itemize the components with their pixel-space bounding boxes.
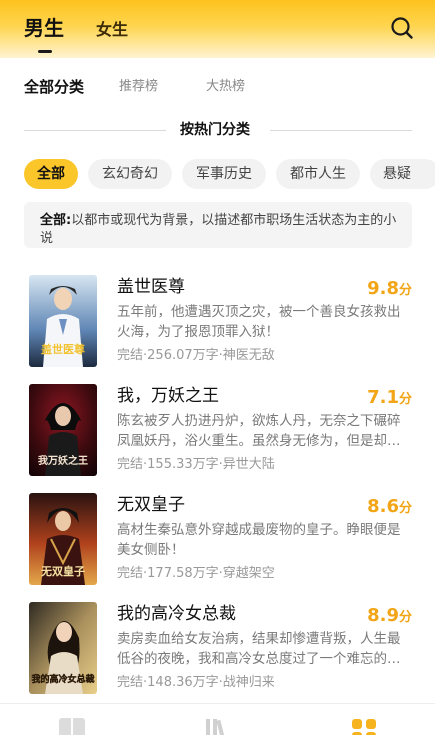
subtab-hot-rank[interactable]: 大热榜	[206, 77, 245, 97]
book-title[interactable]: 盖世医尊	[117, 275, 185, 299]
book-score-value: 8.6	[367, 496, 399, 517]
book-meta: 完结·177.58万字·穿越架空	[117, 566, 275, 581]
bookshelf-icon[interactable]	[58, 717, 86, 735]
book-score-value: 7.1	[367, 387, 399, 408]
bottom-nav	[0, 703, 435, 735]
category-chip-fantasy[interactable]: 玄幻奇幻	[88, 159, 172, 189]
section-divider-right	[270, 130, 412, 131]
cover-title-text: 我万妖之王	[38, 454, 88, 467]
book-score-unit: 分	[398, 610, 412, 625]
book-status: 完结	[117, 566, 144, 581]
book-cover[interactable]: 我的高冷女总裁	[29, 602, 97, 694]
book-tag: 异世大陆	[222, 457, 275, 472]
book-word-count: 148.36万字	[147, 675, 219, 690]
book-score: 7.1分	[367, 386, 412, 412]
book-score: 9.8分	[367, 277, 412, 303]
category-description-label: 全部:	[40, 213, 72, 228]
tab-female[interactable]: 女生	[96, 16, 128, 44]
category-chip-all[interactable]: 全部	[24, 159, 78, 189]
book-status: 完结	[117, 457, 144, 472]
section-title: 按热门分类	[180, 122, 250, 138]
book-description: 陈玄被歹人扔进丹炉，欲炼人丹，无奈之下碾碎凤凰妖丹，浴火重生。虽然身无修为，但是…	[117, 413, 401, 449]
library-icon[interactable]	[201, 717, 229, 735]
top-header: 男生 女生	[0, 0, 435, 58]
book-meta: 完结·148.36万字·战神归来	[117, 675, 275, 690]
cover-title-text: 无双皇子	[40, 564, 85, 578]
subtab-recommend-rank[interactable]: 推荐榜	[119, 77, 158, 97]
book-cover[interactable]: 我万妖之王	[29, 384, 97, 476]
tab-male[interactable]: 男生	[24, 14, 64, 42]
book-status: 完结	[117, 675, 144, 690]
book-tag: 神医无敌	[222, 348, 275, 363]
book-tag: 穿越架空	[222, 566, 275, 581]
book-status: 完结	[117, 348, 144, 363]
book-score-unit: 分	[398, 501, 412, 516]
book-tag: 战神归来	[222, 675, 275, 690]
book-description: 高材生秦弘意外穿越成最废物的皇子。睁眼便是美女侧卧！	[117, 522, 401, 558]
book-title[interactable]: 无双皇子	[117, 493, 185, 517]
book-cover[interactable]: 盖世医尊	[29, 275, 97, 367]
book-description: 卖房卖血给女友治病，结果却惨遭背叛，人生最低谷的夜晚，我和高冷女总度过了一个难忘…	[117, 631, 401, 667]
category-description-text: 以都市或现代为背景，以描述都市职场生活状态为主的小说	[40, 213, 397, 246]
cover-title-text: 我的高冷女总裁	[31, 673, 94, 685]
book-word-count: 256.07万字	[147, 348, 219, 363]
book-item[interactable]: 我的高冷女总裁 我的高冷女总裁 8.9分 卖房卖血给女友治病，结果却惨遭背叛，人…	[0, 602, 435, 702]
book-score: 8.9分	[367, 604, 412, 630]
book-title[interactable]: 我的高冷女总裁	[117, 602, 236, 626]
search-icon[interactable]	[389, 15, 415, 41]
book-score-value: 9.8	[367, 278, 399, 299]
book-word-count: 155.33万字	[147, 457, 219, 472]
book-score: 8.6分	[367, 495, 412, 521]
book-score-unit: 分	[398, 392, 412, 407]
category-chip-military[interactable]: 军事历史	[182, 159, 266, 189]
book-item[interactable]: 盖世医尊 盖世医尊 9.8分 五年前，他遭遇灭顶之灾，被一个善良女孩救出火海，为…	[0, 275, 435, 375]
book-meta: 完结·256.07万字·神医无敌	[117, 348, 275, 363]
category-description: 全部:以都市或现代为背景，以描述都市职场生活状态为主的小说	[24, 202, 412, 248]
book-cover[interactable]: 无双皇子	[29, 493, 97, 585]
category-chip-urban[interactable]: 都市人生	[276, 159, 360, 189]
book-title[interactable]: 我，万妖之王	[117, 384, 219, 408]
category-icon[interactable]	[350, 717, 378, 735]
book-item[interactable]: 我万妖之王 我，万妖之王 7.1分 陈玄被歹人扔进丹炉，欲炼人丹，无奈之下碾碎凤…	[0, 384, 435, 484]
book-item[interactable]: 无双皇子 无双皇子 8.6分 高材生秦弘意外穿越成最废物的皇子。睁眼便是美女侧卧…	[0, 493, 435, 593]
cover-title-text: 盖世医尊	[41, 342, 85, 356]
category-chip-bar[interactable]: 全部 玄幻奇幻 军事历史 都市人生 悬疑	[0, 159, 435, 189]
book-description: 五年前，他遭遇灭顶之灾，被一个善良女孩救出火海，为了报恩顶罪入狱！	[117, 304, 401, 340]
category-chip-suspense[interactable]: 悬疑	[370, 159, 435, 189]
subtab-all-categories[interactable]: 全部分类	[24, 77, 84, 97]
book-score-value: 8.9	[367, 605, 399, 626]
book-score-unit: 分	[398, 283, 412, 298]
book-meta: 完结·155.33万字·异世大陆	[117, 457, 275, 472]
book-word-count: 177.58万字	[147, 566, 219, 581]
active-tab-indicator	[38, 50, 52, 53]
section-divider-left	[24, 130, 166, 131]
